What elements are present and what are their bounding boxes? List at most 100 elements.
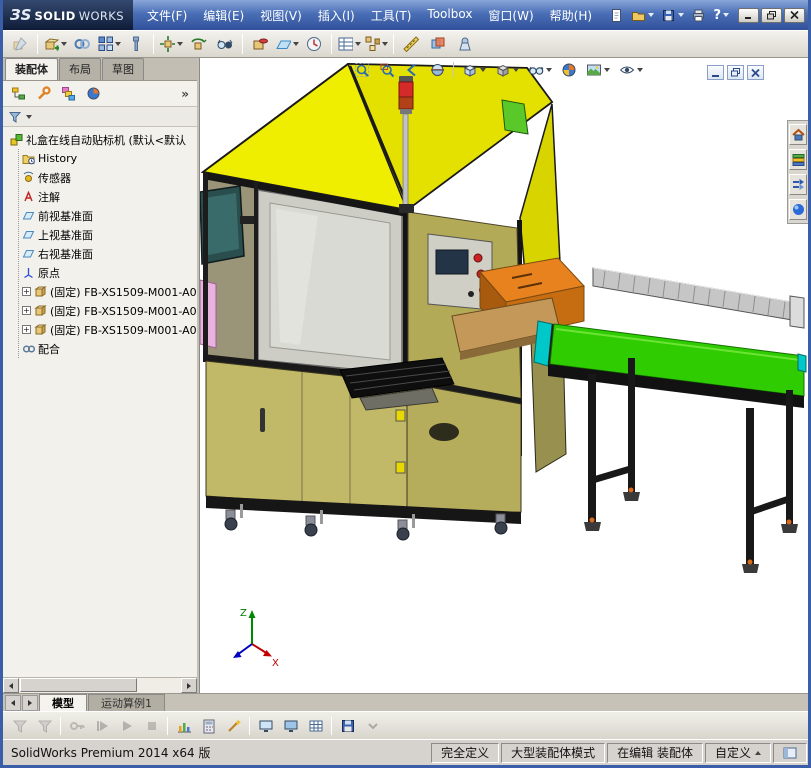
rotate-component-button[interactable] — [185, 32, 211, 56]
configurationmanager-tab[interactable] — [57, 84, 79, 104]
close-document-button[interactable] — [747, 65, 764, 80]
display-style-button[interactable] — [491, 60, 523, 80]
motion-setup-screen-button[interactable] — [254, 715, 277, 737]
tree-item-annotations[interactable]: 注解 — [19, 187, 197, 206]
tree-item-component-1[interactable]: + (固定) FB-XS1509-M001-A001 — [19, 282, 197, 301]
menu-view[interactable]: 视图(V) — [252, 4, 310, 27]
reference-geometry-button[interactable] — [274, 32, 300, 56]
menu-help[interactable]: 帮助(H) — [542, 4, 600, 27]
tree-item-component-2[interactable]: + (固定) FB-XS1509-M001-A002 — [19, 301, 197, 320]
displaymanager-tab[interactable] — [82, 84, 104, 104]
tree-item-sensors[interactable]: 传感器 — [19, 168, 197, 187]
graphics-area[interactable]: Z X — [200, 58, 808, 693]
linear-component-pattern-button[interactable] — [96, 32, 122, 56]
tree-item-top-plane[interactable]: 上视基准面 — [19, 225, 197, 244]
edit-component-button[interactable] — [7, 32, 33, 56]
scrollbar-thumb[interactable] — [20, 678, 137, 692]
scroll-right-button[interactable] — [181, 678, 197, 693]
play-button[interactable] — [115, 715, 138, 737]
previous-view-button[interactable] — [400, 60, 424, 80]
animation-wizard-button[interactable] — [222, 715, 245, 737]
key-point-button[interactable] — [65, 715, 88, 737]
move-component-button[interactable] — [158, 32, 184, 56]
tree-item-origin[interactable]: 原点 — [19, 263, 197, 282]
smart-fasteners-button[interactable] — [123, 32, 149, 56]
expand-icon[interactable]: + — [22, 306, 31, 315]
minimize-button[interactable] — [738, 8, 759, 23]
view-palette-tab[interactable] — [789, 174, 807, 195]
insert-components-button[interactable] — [42, 32, 68, 56]
restore-button[interactable] — [761, 8, 782, 23]
interference-detection-button[interactable] — [425, 32, 451, 56]
tab-scroll-right-button[interactable] — [22, 695, 38, 711]
featuremanager-tree-tab[interactable] — [7, 84, 29, 104]
show-hidden-components-button[interactable] — [212, 32, 238, 56]
solidworks-resources-tab[interactable] — [789, 124, 807, 145]
filter-dropdown-caret[interactable] — [26, 115, 32, 119]
statusbar-icon-cell[interactable] — [773, 743, 807, 763]
filter-animated-button[interactable] — [8, 715, 31, 737]
custom-cell[interactable]: 自定义 — [705, 743, 771, 763]
close-button[interactable] — [784, 8, 805, 23]
expand-icon[interactable]: + — [22, 325, 31, 334]
design-library-tab[interactable] — [789, 149, 807, 170]
tree-item-component-3[interactable]: + (固定) FB-XS1509-M001-A003 — [19, 320, 197, 339]
menu-insert[interactable]: 插入(I) — [310, 4, 363, 27]
tree-item-root[interactable]: 礼盒在线自动贴标机 (默认<默认 — [7, 130, 197, 149]
view-settings-button[interactable] — [615, 60, 647, 80]
restore-document-button[interactable] — [727, 65, 744, 80]
open-button[interactable] — [630, 7, 655, 24]
assembly-features-button[interactable] — [247, 32, 273, 56]
print-button[interactable] — [690, 7, 707, 24]
bill-of-materials-button[interactable] — [336, 32, 362, 56]
model-tab[interactable]: 模型 — [39, 694, 87, 711]
help-button[interactable]: ? — [712, 7, 730, 24]
section-view-button[interactable] — [425, 60, 449, 80]
menu-toolbox[interactable]: Toolbox — [419, 4, 480, 27]
zoom-area-button[interactable] — [375, 60, 399, 80]
scroll-left-button[interactable] — [3, 678, 19, 693]
timeline-grid-button[interactable] — [304, 715, 327, 737]
tree-item-front-plane[interactable]: 前视基准面 — [19, 206, 197, 225]
menu-window[interactable]: 窗口(W) — [480, 4, 541, 27]
tab-layout[interactable]: 布局 — [59, 58, 101, 80]
tree-item-right-plane[interactable]: 右视基准面 — [19, 244, 197, 263]
save-animation-button[interactable] — [336, 715, 359, 737]
propertymanager-tab[interactable] — [32, 84, 54, 104]
exploded-view-button[interactable] — [363, 32, 389, 56]
motion-study-tab[interactable]: 运动算例1 — [88, 694, 165, 711]
measure-button[interactable] — [398, 32, 424, 56]
menu-tools[interactable]: 工具(T) — [363, 4, 420, 27]
play-from-start-button[interactable] — [90, 715, 113, 737]
mate-button[interactable] — [69, 32, 95, 56]
tab-scroll-left-button[interactable] — [5, 695, 21, 711]
hide-show-items-button[interactable] — [524, 60, 556, 80]
motion-results-screen-button[interactable] — [279, 715, 302, 737]
menu-edit[interactable]: 编辑(E) — [195, 4, 252, 27]
edit-appearance-button[interactable] — [557, 60, 581, 80]
expand-icon[interactable]: + — [22, 287, 31, 296]
tree-item-mates[interactable]: 配合 — [19, 339, 197, 358]
apply-scene-button[interactable] — [582, 60, 614, 80]
mass-properties-button[interactable] — [452, 32, 478, 56]
tree-item-history[interactable]: History — [19, 149, 197, 168]
results-and-plots-button[interactable] — [172, 715, 195, 737]
filter-funnel-icon[interactable] — [8, 110, 22, 124]
view-orientation-button[interactable] — [458, 60, 490, 80]
calculate-motion-button[interactable] — [197, 715, 220, 737]
menu-file[interactable]: 文件(F) — [139, 4, 195, 27]
zoom-fit-button[interactable] — [350, 60, 374, 80]
appearances-tab[interactable] — [789, 199, 807, 220]
filter-driving-button[interactable] — [33, 715, 56, 737]
collapse-motion-manager-button[interactable] — [361, 715, 384, 737]
save-button[interactable] — [660, 7, 685, 24]
minimize-document-button[interactable] — [707, 65, 724, 80]
new-document-button[interactable] — [608, 7, 625, 24]
stop-button[interactable] — [140, 715, 163, 737]
panel-overflow-button[interactable]: » — [181, 87, 193, 101]
new-motion-study-button[interactable] — [301, 32, 327, 56]
tab-assembly[interactable]: 装配体 — [5, 58, 58, 80]
model-canvas[interactable]: Z X — [200, 58, 808, 695]
tab-sketch[interactable]: 草图 — [102, 58, 144, 80]
scrollbar-track[interactable] — [19, 678, 181, 693]
